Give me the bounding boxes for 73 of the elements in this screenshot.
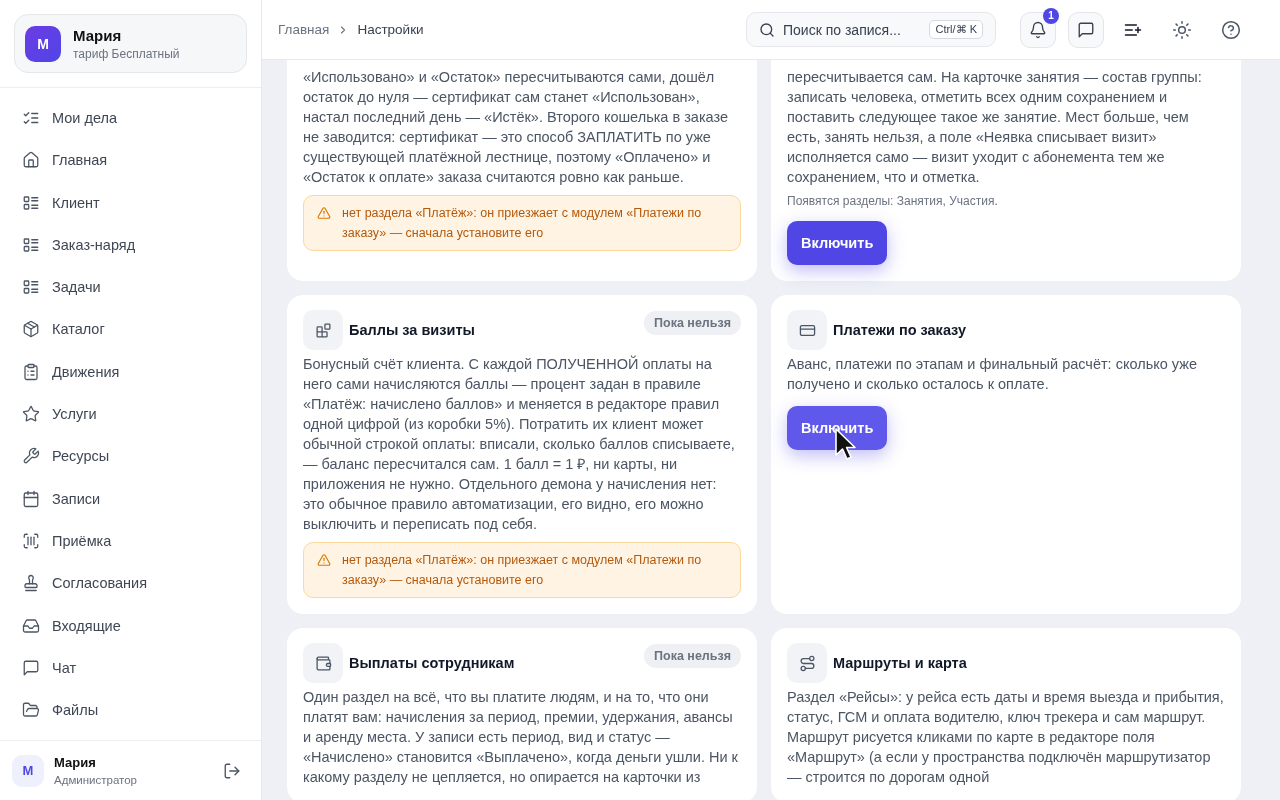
- warning-icon: [317, 553, 331, 567]
- chat-button[interactable]: [1068, 11, 1104, 48]
- star-icon: [22, 405, 40, 424]
- home-icon: [22, 151, 40, 170]
- inbox-icon: [22, 616, 40, 635]
- sidebar-item[interactable]: Задачи: [22, 275, 101, 300]
- module-title: Баллы за визиты: [349, 322, 475, 338]
- plan-label: тариф Бесплатный: [73, 45, 180, 62]
- module-description: пересчитывается сам. На карточке занятия — состав группы: записать человека, отметить всех одним сохранением и поставить следующее такое же занятие. Мест больше, чем есть, занять нельзя, а поле «Неявка списывает визит» исполняется само — визит уходит с абонемента тем же сохранением, что и отметка.: [787, 68, 1203, 187]
- stamp-icon: [22, 574, 40, 593]
- sidebar-item[interactable]: Услуги: [22, 402, 97, 427]
- wrench-icon: [22, 447, 40, 466]
- module-description: Раздел «Рейсы»: у рейса есть даты и время выезда и прибытия, статус, ГСМ и оплата водителю, ключ трекера и сам маршрут. Маршрут рисуется кликами по карте в редакторе поля «Маршрут» (а если у пространства подключён маршрутизатор — строится по дорогам одной: [787, 688, 1225, 787]
- wallet-icon: [303, 643, 343, 683]
- module-title: Маршруты и карта: [833, 655, 967, 671]
- list-icon: [22, 193, 40, 212]
- warning-text: нет раздела «Платёж»: он приезжает с модулем «Платежи по заказу» — сначала установите его: [342, 552, 703, 589]
- avatar: М: [12, 754, 44, 787]
- sidebar-item[interactable]: Главная: [22, 148, 108, 173]
- sidebar-item[interactable]: Ресурсы: [22, 444, 110, 469]
- sidebar-item[interactable]: Приёмка: [22, 528, 112, 553]
- folder-icon: [22, 701, 40, 720]
- user-role: Администратор: [54, 772, 137, 788]
- sections-note: Появятся разделы: Занятия, Участия.: [787, 193, 998, 209]
- sidebar-item[interactable]: Заказ-наряд: [22, 232, 136, 257]
- search-input[interactable]: Поиск по запися...: [783, 21, 922, 38]
- scan-icon: [22, 531, 40, 550]
- breadcrumb-current: Настройки: [357, 22, 424, 37]
- checklist-icon: [22, 109, 40, 127]
- help-icon[interactable]: [1221, 19, 1241, 40]
- search-icon: [759, 21, 775, 38]
- sidebar-item[interactable]: Согласования: [22, 571, 148, 596]
- status-tag: Пока нельзя: [644, 311, 741, 335]
- sun-icon[interactable]: [1172, 19, 1192, 40]
- chat-icon: [1077, 20, 1095, 39]
- user-name: Мария: [54, 753, 97, 771]
- route-icon: [787, 643, 827, 683]
- notification-count: 1: [1043, 7, 1059, 24]
- module-title: Выплаты сотрудникам: [349, 655, 515, 671]
- user-name: Мария: [73, 25, 123, 45]
- module-description: Аванс, платежи по этапам и финальный расчёт: сколько уже получено и сколько осталось к оплате.: [787, 355, 1198, 394]
- warning-icon: [317, 206, 331, 220]
- list-icon: [22, 235, 40, 254]
- logout-icon[interactable]: [223, 761, 241, 780]
- sidebar-item[interactable]: Клиент: [22, 190, 100, 215]
- notifications-button[interactable]: [1020, 11, 1056, 48]
- warning-text: нет раздела «Платёж»: он приезжает с модулем «Платежи по заказу» — сначала установите его: [342, 205, 703, 242]
- calendar-icon: [22, 489, 40, 508]
- module-title: Платежи по заказу: [833, 322, 967, 338]
- sidebar-item[interactable]: Файлы: [22, 698, 99, 723]
- box-icon: [22, 320, 40, 339]
- shortcut-hint: Ctrl/⌘ K: [929, 20, 983, 39]
- sidebar-item[interactable]: Записи: [22, 486, 101, 511]
- chat-icon: [22, 658, 40, 677]
- breadcrumb-link[interactable]: Главная: [278, 22, 330, 37]
- list-icon: [22, 278, 40, 297]
- sidebar-item[interactable]: Движения: [22, 359, 120, 384]
- clipboard-icon: [22, 362, 40, 381]
- module-description: «Использовано» и «Остаток» пересчитываются сами, дошёл остаток до нуля — сертификат сам станет «Использован», настал последний день — «Истёк». Второго кошелька в заказе не заводится: сертификат — это способ ЗАПЛАТИТЬ по уже существующей платёжной лестнице, поэтому «Оплачено» и «Остаток к оплате» заказа считаются ровно как раньше.: [303, 68, 729, 187]
- avatar: М: [25, 25, 61, 62]
- enable-button[interactable]: Включить: [787, 221, 888, 265]
- status-tag: Пока нельзя: [644, 644, 741, 668]
- bell-icon: [1029, 20, 1047, 39]
- credit-card-icon: [787, 310, 827, 350]
- workspace-card[interactable]: М Мария тариф Бесплатный: [14, 14, 247, 73]
- module-description: Один раздел на всё, что вы платите людям, и на то, что они платят вам: начисления за период, премии, удержания, авансы и аренду места. У записи есть период, вид и статус — «Начислено» становится «Выплачено», когда деньги ушли. Ни к какому разделу не цепляется, но опирается на карточки из: [303, 688, 739, 787]
- sidebar-item[interactable]: Мои дела: [22, 106, 117, 130]
- blocks-icon: [303, 310, 343, 350]
- module-description: Бонусный счёт клиента. С каждой ПОЛУЧЕННОЙ оплаты на него сами начисляются баллы — процент задан в правиле «Платёж: начислено баллов» и меняется в редакторе правил одной цифрой (из коробки 5%). Потратить их клиент может обычной строкой оплаты: вписали, сколько баллов списываете, — баланс пересчитался сам. 1 балл = 1 ₽, ни карты, ни приложения не нужно. Отдельного демона у начисления нет: это обычное правило автоматизации, его видно, его можно выключить и переписать под себя.: [303, 354, 736, 534]
- sidebar-item[interactable]: Входящие: [22, 613, 121, 638]
- sidebar-item[interactable]: Чат: [22, 655, 77, 680]
- search-field[interactable]: Поиск по запися... Ctrl/⌘ K: [746, 12, 996, 47]
- sidebar-item[interactable]: Каталог: [22, 317, 105, 342]
